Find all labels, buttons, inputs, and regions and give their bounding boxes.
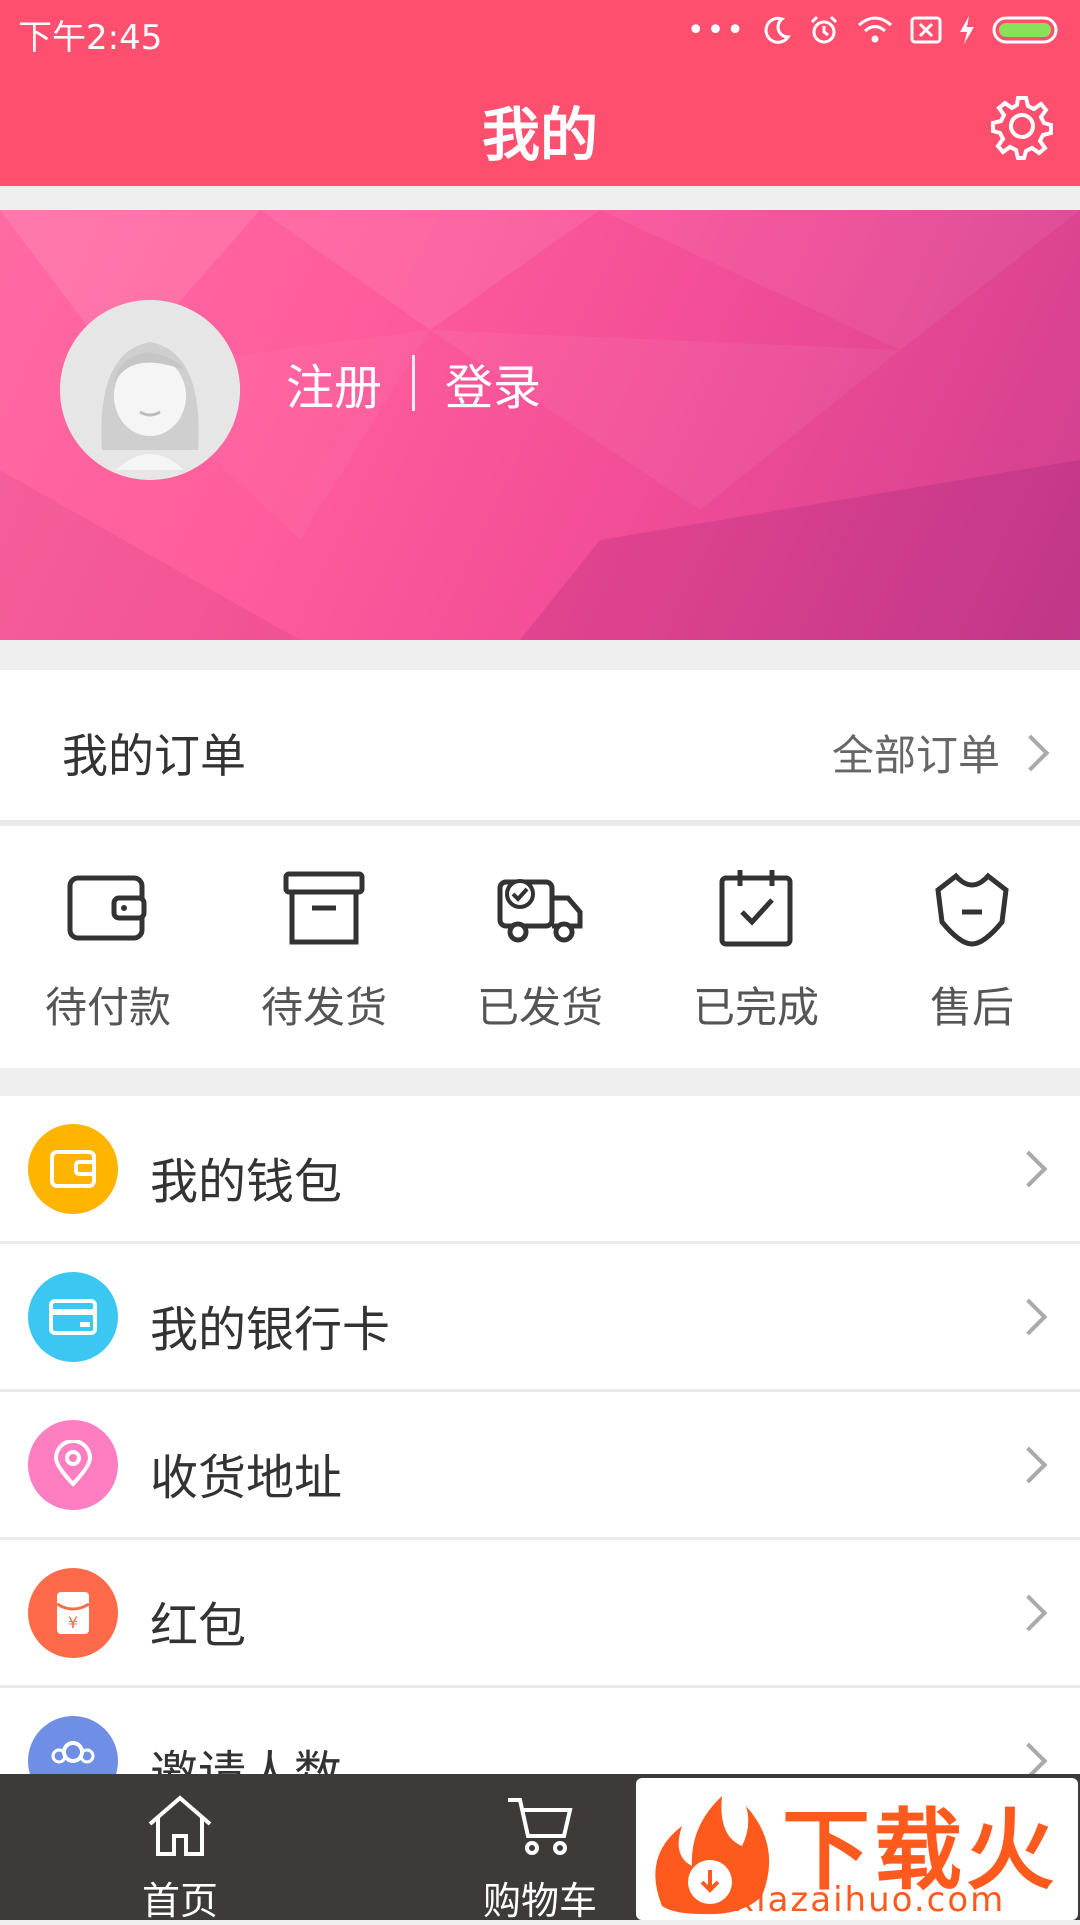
my-orders-header: 我的订单 全部订单 [0, 670, 1080, 820]
chevron-right-icon [1010, 1446, 1048, 1484]
menu-icon-circle [28, 1716, 118, 1776]
menu-item-invites[interactable]: 邀请人数 [0, 1688, 1080, 1776]
tab-cart[interactable]: 购物车 [430, 1774, 650, 1923]
chevron-right-icon [1010, 1742, 1048, 1776]
battery-icon [992, 16, 1058, 44]
all-orders-link[interactable]: 全部订单 [832, 722, 1056, 783]
status-label: 已发货 [476, 983, 603, 1032]
settings-button[interactable] [988, 92, 1056, 160]
menu-label: 我的钱包 [150, 1154, 343, 1210]
order-status-after-sale[interactable]: 售后 [864, 826, 1080, 1068]
menu-icon-circle [28, 1272, 118, 1362]
menu-item-wallet[interactable]: 我的钱包 [0, 1096, 1080, 1244]
menu-icon-circle [28, 1420, 118, 1510]
auth-divider [412, 355, 416, 411]
status-label: 已完成 [692, 983, 819, 1032]
svg-text:¥: ¥ [68, 1613, 78, 1632]
tab-label: 首页 [141, 1879, 218, 1923]
status-icons: ••• [687, 10, 1062, 50]
cart-icon [508, 1798, 573, 1855]
register-link[interactable]: 注册 [286, 348, 382, 418]
wallet-icon [50, 1150, 96, 1188]
location-pin-icon [53, 1440, 93, 1487]
status-label: 待发货 [260, 983, 387, 1032]
tab-label: 购物车 [482, 1879, 597, 1923]
box-icon [283, 871, 365, 945]
order-status-pending-shipment[interactable]: 待发货 [216, 826, 432, 1068]
menu-icon-circle: ¥ [28, 1568, 118, 1658]
wallet-icon [67, 875, 147, 941]
alarm-icon [810, 15, 838, 44]
bank-card-icon [49, 1299, 97, 1335]
chevron-right-icon [1010, 1150, 1048, 1188]
tab-home[interactable]: 首页 [70, 1774, 290, 1923]
menu-label: 我的银行卡 [150, 1302, 391, 1358]
login-link[interactable]: 登录 [445, 348, 541, 418]
menu-item-red-envelope[interactable]: ¥ 红包 [0, 1540, 1080, 1688]
more-dots-icon: ••• [686, 12, 746, 48]
chevron-right-icon [1010, 1594, 1048, 1632]
status-label: 售后 [929, 983, 1014, 1032]
watermark-url: xiazaihuo.com [734, 1880, 1006, 1920]
order-status-row: 待付款 待发货 已发货 已完成 售后 [0, 826, 1080, 1068]
status-label: 待付款 [44, 983, 171, 1032]
chevron-right-icon [1010, 1298, 1048, 1336]
all-orders-label: 全部订单 [831, 731, 1000, 780]
menu-item-address[interactable]: 收货地址 [0, 1392, 1080, 1540]
no-sim-icon [910, 16, 942, 44]
top-bar: 下午2:45 ••• 我的 [0, 0, 1080, 186]
truck-icon [497, 879, 583, 943]
menu-list: 我的钱包 我的银行卡 收货地址 ¥ 红包 邀请人数 [0, 1096, 1080, 1776]
my-orders-title: 我的订单 [62, 729, 246, 783]
gear-icon [991, 96, 1053, 160]
order-status-pending-payment[interactable]: 待付款 [0, 826, 216, 1068]
menu-label: 红包 [150, 1598, 247, 1654]
order-status-shipped[interactable]: 已发货 [432, 826, 648, 1068]
avatar-girl-icon [60, 300, 240, 480]
order-status-completed[interactable]: 已完成 [648, 826, 864, 1068]
wifi-icon [858, 16, 892, 43]
charging-icon [960, 16, 974, 44]
aftersale-icon [935, 872, 1009, 947]
calendar-check-icon [719, 870, 793, 947]
moon-icon [764, 16, 791, 44]
profile-hero: 注册 登录 [0, 210, 1080, 640]
status-time: 下午2:45 [18, 18, 163, 58]
menu-item-bank-card[interactable]: 我的银行卡 [0, 1244, 1080, 1392]
avatar[interactable] [60, 300, 240, 480]
home-icon [148, 1795, 212, 1856]
menu-icon-circle [28, 1124, 118, 1214]
users-icon [51, 1741, 95, 1764]
chevron-right-icon [1012, 734, 1050, 771]
menu-label: 邀请人数 [150, 1746, 343, 1776]
page-title: 我的 [481, 101, 598, 169]
auth-links: 注册 登录 [286, 348, 541, 418]
red-envelope-icon: ¥ [56, 1592, 90, 1634]
menu-label: 收货地址 [150, 1450, 343, 1506]
watermark-logo: 下载火 xiazaihuo.com [636, 1778, 1078, 1920]
